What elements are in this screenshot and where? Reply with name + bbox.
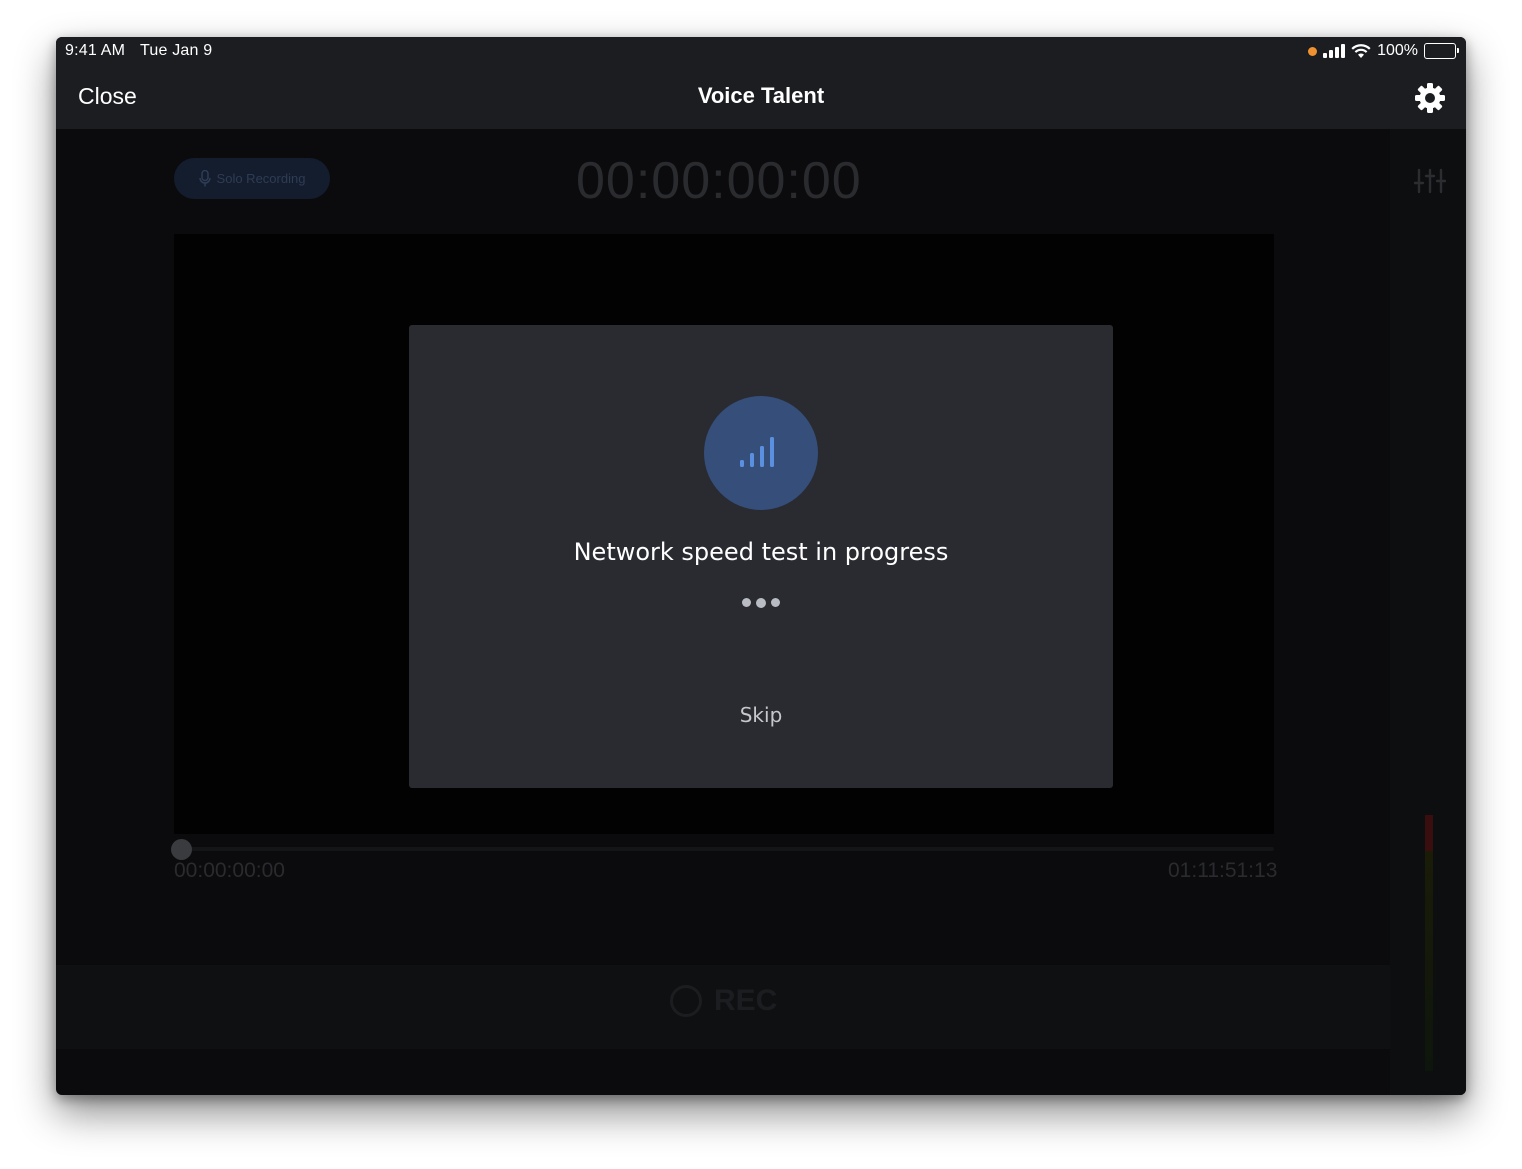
record-button[interactable]: REC	[670, 984, 777, 1018]
mixer-sliders-icon[interactable]	[1414, 167, 1446, 195]
settings-gear-icon[interactable]	[1414, 82, 1446, 114]
loading-dot	[742, 598, 751, 607]
current-position-time: 00:00:00:00	[174, 859, 285, 882]
microphone-icon	[198, 170, 211, 187]
loading-indicator	[409, 597, 1113, 608]
network-test-dialog: Network speed test in progress Skip	[409, 325, 1113, 788]
loading-dot	[771, 598, 780, 607]
page-title: Voice Talent	[697, 83, 825, 108]
ipad-screen: 9:41 AM Tue Jan 9 100% Close Voice Talen…	[56, 37, 1466, 1095]
timeline-track[interactable]	[174, 847, 1274, 851]
signal-strength-icon	[740, 437, 774, 467]
status-indicators: 100%	[1308, 42, 1459, 60]
status-date: Tue Jan 9	[140, 42, 213, 59]
cellular-signal-icon	[1323, 44, 1346, 58]
dialog-title: Network speed test in progress	[573, 538, 949, 566]
level-meter-bar	[1425, 851, 1433, 1071]
recording-indicator-icon	[1308, 46, 1318, 56]
timeline-scrubber-handle[interactable]	[171, 839, 192, 860]
wifi-icon	[1351, 43, 1371, 58]
record-label: REC	[714, 984, 778, 1017]
recording-mode-label: Solo Recording	[216, 171, 306, 186]
close-button[interactable]: Close	[78, 83, 137, 110]
level-meter-peak	[1425, 815, 1433, 851]
solo-recording-button[interactable]: Solo Recording	[174, 158, 330, 199]
total-duration-time: 01:11:51:13	[1168, 859, 1278, 882]
battery-icon	[1424, 43, 1459, 59]
skip-button[interactable]: Skip	[409, 703, 1113, 727]
record-circle-icon	[670, 985, 702, 1017]
main-timecode: 00:00:00:00	[576, 152, 862, 210]
network-signal-badge	[704, 396, 818, 510]
battery-percent: 100%	[1377, 42, 1418, 59]
status-time: 9:41 AM	[65, 42, 126, 59]
top-bar: 9:41 AM Tue Jan 9 100% Close Voice Talen…	[56, 37, 1466, 129]
loading-dot	[756, 597, 766, 608]
